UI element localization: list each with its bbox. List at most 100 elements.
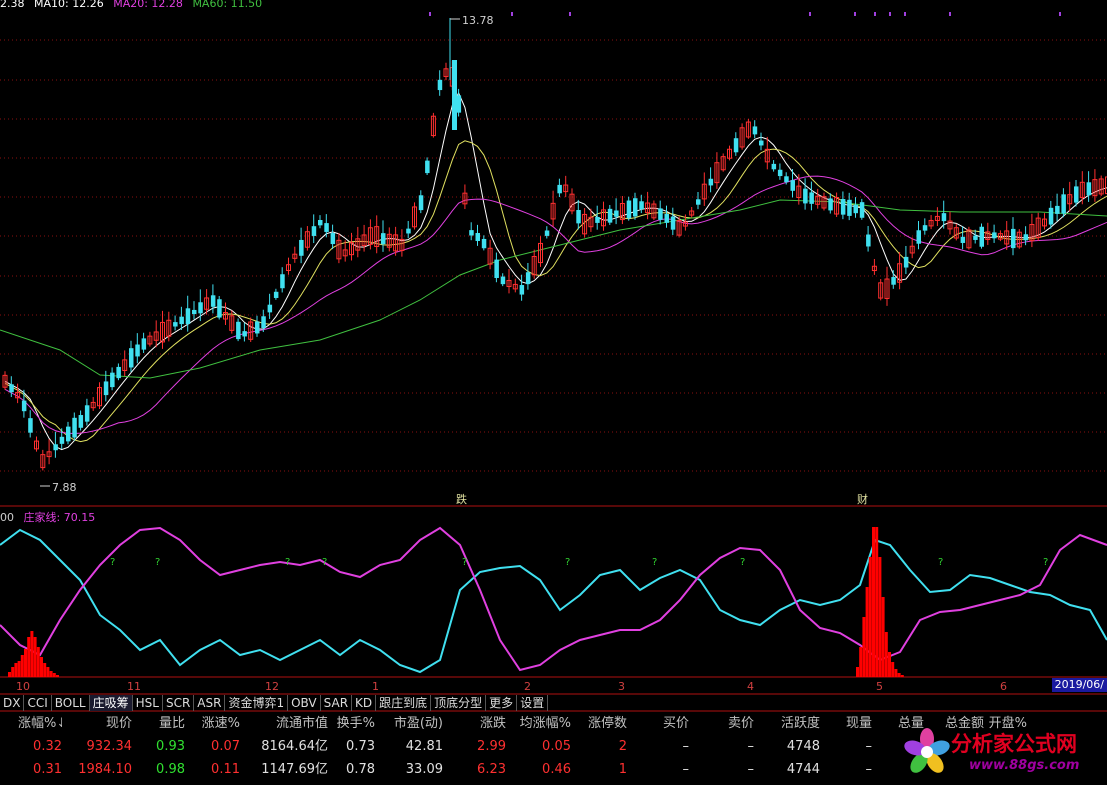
table-cell: 6.23 <box>477 762 506 777</box>
watermark-url: www.88gs.com <box>969 758 1080 773</box>
cyan-indicator-line <box>0 528 1107 674</box>
column-header[interactable]: 卖价 <box>689 712 754 735</box>
indicator-name: 庄家线: 70.15 <box>23 511 96 524</box>
column-header[interactable]: 涨速% <box>185 712 240 735</box>
tab-ASR[interactable]: ASR <box>194 695 226 711</box>
candle-body-down <box>658 208 663 220</box>
candle-body-down <box>840 198 846 215</box>
candle-body-down <box>1055 205 1060 214</box>
column-header[interactable]: 涨停数 <box>571 712 627 735</box>
column-header[interactable]: 现量 <box>820 712 872 735</box>
candle-body-down <box>847 199 852 216</box>
candle-body-down <box>261 316 266 329</box>
column-header[interactable]: 流通市值 <box>240 712 328 735</box>
x-axis-label: 3 <box>618 680 625 693</box>
candle-body-down <box>66 426 71 442</box>
tab-SCR[interactable]: SCR <box>163 695 195 711</box>
question-marker: ? <box>740 557 745 568</box>
candle-body-down <box>544 230 550 236</box>
candle-body-down <box>557 184 562 194</box>
column-header[interactable]: 现价 <box>62 712 132 735</box>
candle-body-down <box>192 309 197 315</box>
candle-body-down <box>670 216 676 230</box>
candle-body-down <box>318 220 323 226</box>
candle-body-down <box>185 308 191 325</box>
tab-更多[interactable]: 更多 <box>486 695 518 711</box>
candle-body-down <box>708 178 714 186</box>
candle-body-down <box>267 304 273 313</box>
candle-body-down <box>992 232 997 239</box>
question-marker: ? <box>322 557 327 568</box>
candle-body-down <box>784 176 789 183</box>
accumulation-bar <box>859 647 863 677</box>
tab-设置[interactable]: 设置 <box>517 695 549 711</box>
tab-庄吸筹[interactable]: 庄吸筹 <box>89 695 133 711</box>
column-header[interactable]: 买价 <box>627 712 689 735</box>
candle-body-down <box>828 198 833 211</box>
tab-BOLL[interactable]: BOLL <box>52 695 90 711</box>
column-header[interactable]: 活跃度 <box>754 712 820 735</box>
candle-body-down <box>179 316 184 325</box>
tab-HSL[interactable]: HSL <box>133 695 163 711</box>
candle-body-down <box>469 230 474 236</box>
column-header[interactable]: 量比 <box>132 712 185 735</box>
column-header[interactable]: 换手% <box>328 712 375 735</box>
date-badge: 2019/06/ <box>1051 678 1107 692</box>
accumulation-bar <box>868 557 872 677</box>
question-marker: ? <box>652 557 657 568</box>
question-marker: ? <box>155 557 160 568</box>
accumulation-bar <box>20 655 24 677</box>
tab-顶底分型[interactable]: 顶底分型 <box>431 695 487 711</box>
tab-DX[interactable]: DX <box>0 695 25 711</box>
question-marker: ? <box>938 557 943 568</box>
candle-body-down <box>9 384 14 393</box>
table-cell: 0.31 <box>33 762 62 777</box>
candle-body-down <box>1011 228 1016 249</box>
column-header[interactable] <box>0 712 18 735</box>
column-header[interactable]: 涨跌 <box>443 712 506 735</box>
accumulation-bar <box>884 632 888 677</box>
candle-body-down <box>173 322 178 327</box>
column-header[interactable]: 均涨幅% <box>506 712 571 735</box>
candle-body-down <box>330 233 336 245</box>
candle-body-down <box>916 230 921 244</box>
candle-body-down <box>759 140 764 146</box>
candle-body-down <box>437 79 443 91</box>
accumulation-bar <box>888 652 891 677</box>
accumulation-bar <box>43 663 47 677</box>
candle-body-down <box>103 381 109 396</box>
accumulation-bar <box>894 669 898 677</box>
table-cell: 33.09 <box>405 762 443 777</box>
candle-body-down <box>456 95 462 113</box>
column-header[interactable]: 涨幅%↓ <box>18 712 62 735</box>
candle-body-down <box>217 299 222 318</box>
candle-body-down <box>752 126 758 135</box>
x-axis-label: 2 <box>524 680 531 693</box>
candle-body-down <box>21 400 27 412</box>
tab-OBV[interactable]: OBV <box>288 695 321 711</box>
candle-body-down <box>1061 194 1066 214</box>
event-marker-cai: 财 <box>857 492 868 506</box>
accumulation-bar <box>30 631 34 677</box>
indicator-pane: ?????????? <box>0 526 1107 677</box>
tab-CCI[interactable]: CCI <box>24 695 52 711</box>
candle-body-down <box>494 259 499 279</box>
watermark-logo: 分析家公式网 www.88gs.com <box>903 722 1103 780</box>
accumulation-bar <box>8 672 11 677</box>
tab-跟庄到底[interactable]: 跟庄到底 <box>376 695 432 711</box>
moving-average-lines <box>0 91 1107 451</box>
column-header[interactable]: 市盈(动) <box>375 712 443 735</box>
candle-body-down <box>922 225 928 231</box>
candle-body-down <box>1074 186 1079 203</box>
candle-body-down <box>903 256 909 268</box>
tab-KD[interactable]: KD <box>352 695 377 711</box>
accumulation-bar <box>862 617 866 677</box>
chart-canvas[interactable]: 13.78 7.88 跌 财 ?????????? <box>0 0 1107 785</box>
accumulation-bar <box>891 662 895 677</box>
candle-body-down <box>242 331 247 337</box>
ma5-value: 2.38 <box>0 0 25 10</box>
tab-资金博弈1[interactable]: 资金博弈1 <box>225 695 289 711</box>
table-cell: 0.07 <box>211 739 240 754</box>
accumulation-bar <box>40 657 43 677</box>
tab-SAR[interactable]: SAR <box>321 695 353 711</box>
